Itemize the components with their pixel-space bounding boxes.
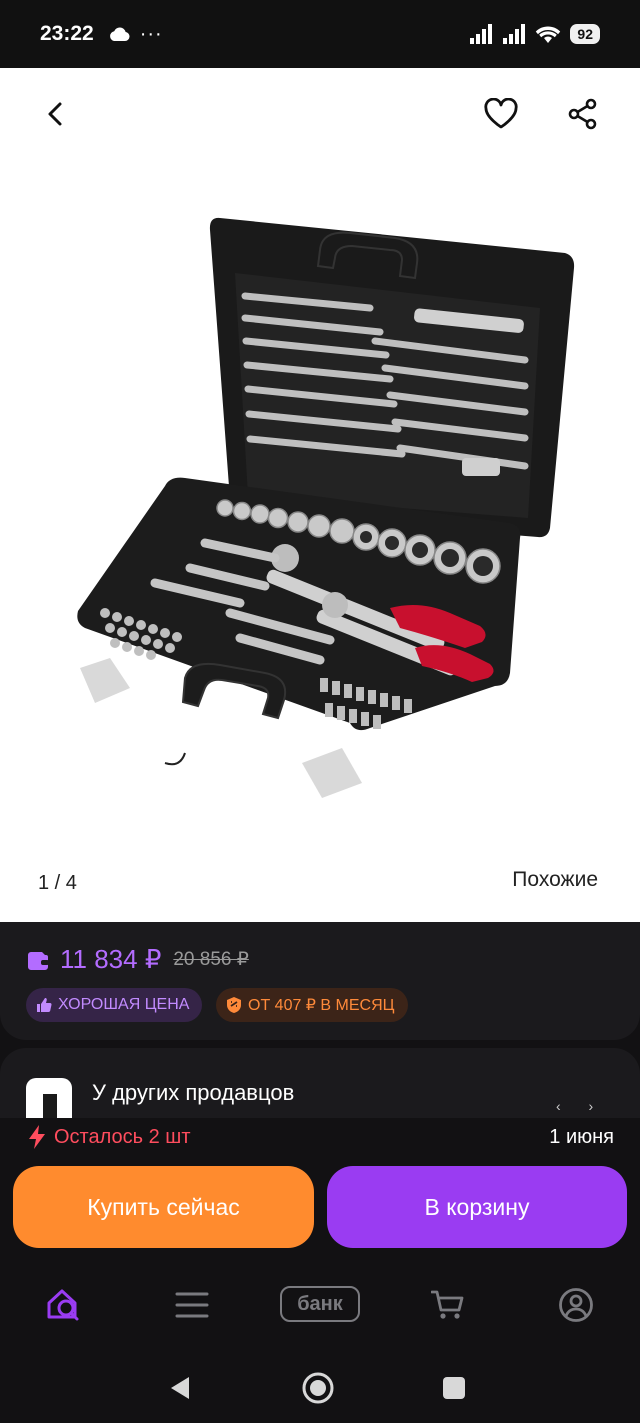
delivery-date: 1 июня (549, 1126, 614, 1148)
back-arrow-icon[interactable] (34, 92, 78, 136)
stock-row: Осталось 2 шт 1 июня (0, 1118, 640, 1160)
system-recents-icon[interactable] (434, 1368, 474, 1408)
installment-badge[interactable]: ОТ 407 ₽ В МЕСЯЦ (216, 988, 408, 1022)
profile-icon[interactable] (552, 1282, 600, 1328)
old-price: 20 856 ₽ (173, 949, 249, 970)
more-dots-icon: ··· (139, 23, 163, 45)
good-price-label: ХОРОШАЯ ЦЕНА (58, 996, 190, 1013)
status-time: 23:22 (40, 22, 94, 45)
thumbs-up-icon (37, 998, 52, 1013)
similar-link[interactable]: Похожие (512, 868, 598, 892)
add-to-cart-button[interactable]: В корзину (327, 1166, 627, 1248)
other-sellers-title: У других продавцов (92, 1080, 295, 1105)
share-icon[interactable] (561, 92, 605, 136)
signal-icon (470, 24, 493, 44)
product-gallery[interactable]: 1 / 4 Похожие (0, 68, 640, 922)
bank-tab[interactable]: банк (280, 1286, 360, 1322)
price-card: 11 834 ₽ 20 856 ₽ ХОРОШАЯ ЦЕНА ОТ 407 ₽ … (0, 922, 640, 1040)
status-bar: 23:22 ··· 92 (0, 0, 640, 68)
system-back-icon[interactable] (160, 1368, 200, 1408)
signal-icon (503, 24, 526, 44)
cloud-icon (109, 27, 130, 41)
installment-label: ОТ 407 ₽ В МЕСЯЦ (248, 997, 395, 1014)
wallet-icon (28, 951, 49, 970)
system-nav (0, 1348, 640, 1423)
bottom-nav: банк (0, 1262, 640, 1348)
cart-icon[interactable] (424, 1282, 472, 1328)
chevron-icon: ‹ › (556, 1098, 606, 1114)
product-image[interactable] (70, 208, 580, 808)
home-search-icon[interactable] (40, 1282, 88, 1328)
wifi-icon (536, 26, 561, 43)
buy-now-button[interactable]: Купить сейчас (13, 1166, 314, 1248)
stock-remaining: Осталось 2 шт (54, 1125, 191, 1148)
lightning-icon (29, 1125, 45, 1149)
good-price-badge[interactable]: ХОРОШАЯ ЦЕНА (26, 988, 203, 1022)
system-home-icon[interactable] (298, 1368, 338, 1408)
battery-indicator: 92 (570, 24, 600, 44)
installment-shield-icon (227, 997, 241, 1013)
catalog-menu-icon[interactable] (168, 1282, 216, 1328)
gallery-counter: 1 / 4 (38, 872, 77, 894)
heart-icon[interactable] (479, 92, 523, 136)
current-price: 11 834 ₽ (60, 944, 162, 974)
